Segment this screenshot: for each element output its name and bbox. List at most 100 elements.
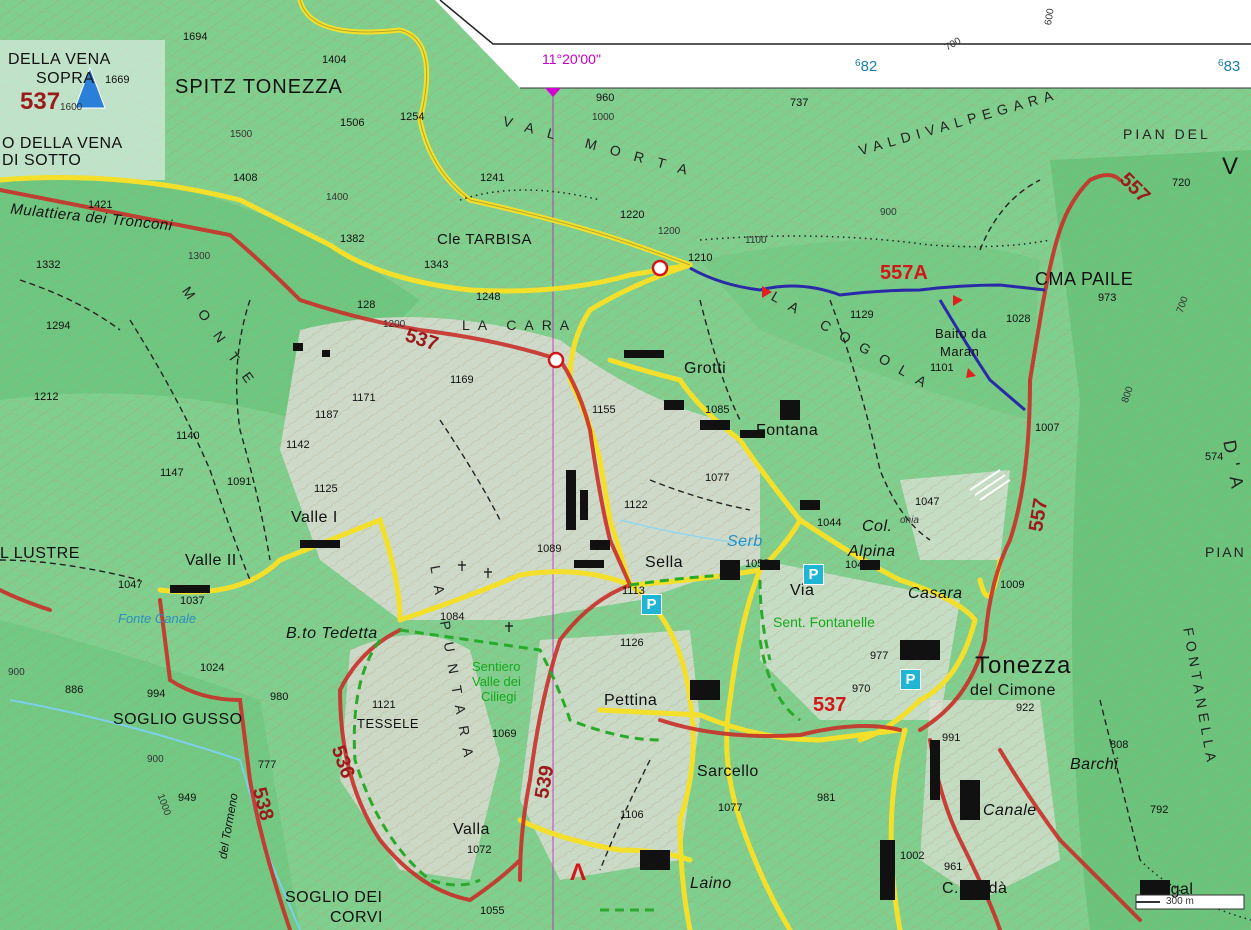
place-lustre: L LUSTRE — [0, 545, 80, 562]
elevation-label: 960 — [596, 92, 615, 104]
elevation-label: 1002 — [900, 850, 925, 862]
place-valle-1: Valle I — [291, 509, 338, 526]
elevation-label: 1669 — [105, 74, 130, 86]
elevation-label: 1028 — [1006, 313, 1031, 325]
elevation-label: 1084 — [440, 611, 465, 623]
elevation-label: 1125 — [314, 483, 338, 495]
route-number-539: 539 — [530, 763, 559, 801]
elevation-label: 1294 — [46, 320, 71, 332]
elevation-label: 1024 — [200, 662, 225, 674]
elevation-label: 1100 — [745, 235, 767, 246]
elevation-label: 970 — [852, 683, 871, 695]
place-paile: CMA PAILE — [1035, 269, 1134, 289]
elevation-label: 1085 — [705, 404, 730, 416]
elevation-label: 1187 — [315, 409, 339, 421]
place-barchi: Barchi — [1070, 756, 1119, 773]
elevation-label: 1077 — [705, 472, 730, 484]
elevation-label: 1047 — [118, 579, 143, 591]
elevation-label: 1500 — [230, 129, 253, 140]
elevation-label: 900 — [147, 754, 164, 765]
elevation-label: 1047 — [915, 496, 940, 508]
elevation-label: 1200 — [658, 226, 681, 237]
place-vena-sopra: SOPRA — [36, 70, 95, 87]
place-spitz-tonezza: SPITZ TONEZZA — [175, 76, 343, 98]
elevation-label: 1101 — [930, 362, 954, 374]
parking-icon: P — [641, 594, 662, 615]
route-number-557: 557 — [1024, 496, 1053, 534]
map-base-layer: Λ — [0, 0, 1251, 930]
elevation-label: 808 — [1110, 739, 1129, 751]
elevation-label: 1343 — [424, 259, 449, 271]
place-colonia: Col. — [862, 518, 893, 535]
elevation-label: 886 — [65, 684, 84, 696]
elevation-label: 1122 — [624, 499, 648, 511]
place-colonia-sup: onia — [900, 515, 919, 526]
place-laino: Laino — [690, 875, 732, 892]
elevation-label: 961 — [944, 861, 963, 873]
elevation-label: 1241 — [480, 172, 505, 184]
svg-text:Λ: Λ — [570, 859, 586, 886]
topographic-map[interactable]: Λ 11°20'00" 668282 668383 700 600 537 53… — [0, 0, 1251, 930]
grid-label-682: 668282 — [855, 58, 878, 75]
place-valle-2: Valle II — [185, 552, 237, 569]
place-pian-del: PIAN DEL — [1123, 126, 1211, 142]
place-tedetta: B.to Tedetta — [286, 625, 378, 642]
elevation-label: 1037 — [180, 595, 205, 607]
elevation-label: 900 — [880, 207, 897, 218]
place-soglio-corvi: CORVI — [330, 909, 383, 926]
elevation-label: 1007 — [1035, 422, 1060, 434]
elevation-label: 1091 — [227, 476, 252, 488]
elevation-label: 1382 — [340, 233, 365, 245]
place-vena-sotto: DI SOTTO — [2, 152, 82, 169]
place-baito: Baito da — [935, 326, 987, 341]
elevation-label: 1506 — [340, 117, 365, 129]
elevation-label: 1140 — [176, 430, 200, 442]
elevation-label: 949 — [178, 792, 197, 804]
elevation-label: 1220 — [620, 209, 645, 221]
elevation-label: 737 — [790, 97, 809, 109]
place-sella: Sella — [645, 554, 684, 571]
trail-ciliegi: Sentiero — [472, 659, 521, 674]
elevation-label: 1089 — [537, 543, 562, 555]
place-del-cimone: del Cimone — [970, 682, 1056, 699]
elevation-label: 1210 — [688, 252, 713, 264]
area-la-cara: LA CARA — [462, 317, 578, 333]
place-valla: Valla — [453, 821, 490, 838]
elevation-label: 1072 — [467, 844, 492, 856]
place-soglio-corvi: SOGLIO DEI — [285, 889, 383, 906]
elevation-label: 1694 — [183, 31, 208, 43]
elevation-label: 792 — [1150, 804, 1169, 816]
elevation-label: 991 — [942, 732, 961, 744]
elevation-label: 128 — [357, 299, 376, 311]
place-via: Via — [790, 582, 815, 599]
trail-fontanelle: Sent. Fontanelle — [773, 614, 875, 630]
elevation-label: 1248 — [476, 291, 501, 303]
elevation-label: 994 — [147, 688, 166, 700]
place-sarcello: Sarcello — [697, 763, 759, 780]
elevation-label: 1400 — [326, 192, 349, 203]
elevation-label: 1147 — [160, 467, 184, 479]
elevation-label: 720 — [1172, 177, 1191, 189]
elevation-label: 1408 — [233, 172, 258, 184]
place-colonia: Alpina — [848, 543, 896, 560]
grid-label-683: 668383 — [1218, 58, 1241, 75]
meridian-label: 11°20'00" — [542, 51, 601, 67]
place-fonte-canale: Fonte Canale — [118, 611, 197, 626]
route-number-557a: 557A — [880, 262, 928, 284]
place-vena-sotto: O DELLA VENA — [2, 135, 123, 152]
elevation-label: 1044 — [817, 517, 842, 529]
elevation-label: 980 — [270, 691, 289, 703]
elevation-label: 1113 — [622, 585, 645, 597]
elevation-label: 1055 — [480, 905, 505, 917]
elevation-label: 1009 — [1000, 579, 1025, 591]
elevation-label: 1212 — [34, 391, 59, 403]
elevation-label: 1126 — [620, 637, 644, 649]
scale-bar-label: 300 m — [1166, 896, 1194, 907]
place-casara: Casara — [908, 585, 963, 602]
parking-icon: P — [900, 669, 921, 690]
elevation-label: 1600 — [60, 102, 83, 113]
elevation-label: 777 — [258, 759, 277, 771]
elevation-label: 1142 — [286, 439, 310, 451]
place-soglio-gusso: SOGLIO GUSSO — [113, 711, 243, 728]
elevation-label: 1169 — [450, 374, 474, 386]
